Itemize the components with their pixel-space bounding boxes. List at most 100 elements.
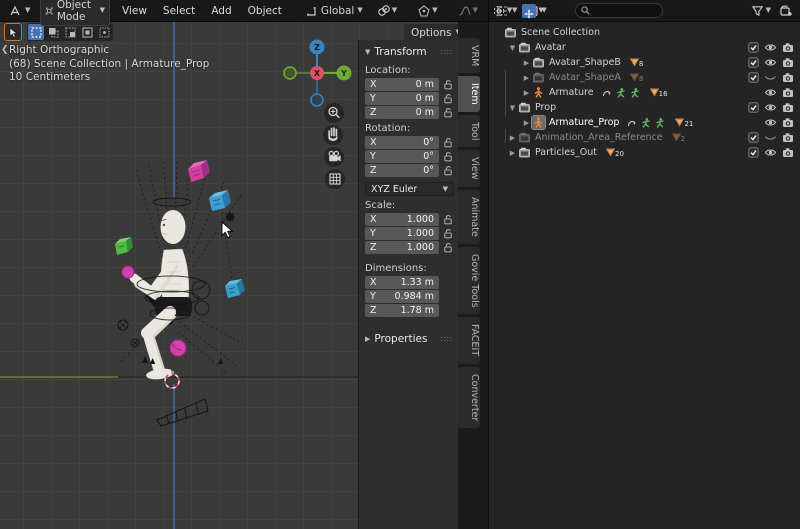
lock-open-icon[interactable] <box>441 137 454 148</box>
grid-ortho-button[interactable] <box>325 169 345 189</box>
show-overlays-dropdown[interactable]: ▼ <box>488 2 516 20</box>
zoom-button[interactable] <box>324 103 344 123</box>
value-field[interactable]: Y0.984 m <box>365 290 439 303</box>
expand-right-icon[interactable]: ▶ <box>521 74 532 82</box>
eye-closed-icon[interactable] <box>762 132 779 143</box>
tab-faceit[interactable]: FACEIT <box>458 317 480 363</box>
transform-panel-header[interactable]: ▼ Transform ∷∷ <box>359 42 458 61</box>
value-field[interactable]: Z0 m <box>365 106 439 119</box>
menu-view[interactable]: View <box>116 3 153 19</box>
camera-view-button[interactable] <box>324 147 344 167</box>
tab-item[interactable]: Item <box>458 76 480 112</box>
selectable-checkbox[interactable] <box>745 57 762 68</box>
selectable-checkbox[interactable] <box>745 147 762 158</box>
active-tool-select-icon[interactable] <box>4 23 22 41</box>
pan-hand-button[interactable] <box>323 125 343 145</box>
toolbar-expand-arrow[interactable]: ❮ <box>1 45 9 55</box>
value-field[interactable]: Z0° <box>365 164 439 177</box>
tab-animate[interactable]: Animate <box>458 190 480 244</box>
select-mode-extend-button[interactable] <box>45 24 61 40</box>
eye-icon[interactable] <box>762 102 779 113</box>
collection-icon[interactable] <box>518 41 531 54</box>
outliner-row-avatar[interactable]: ▼Avatar <box>489 40 800 55</box>
lock-open-icon[interactable] <box>441 93 454 104</box>
eye-icon[interactable] <box>762 87 779 98</box>
row-label[interactable]: Scene Collection <box>521 27 600 38</box>
render-camera-icon[interactable] <box>779 57 796 68</box>
expand-right-icon[interactable]: ▶ <box>521 89 532 97</box>
gizmos-dropdown[interactable]: ▼ <box>522 4 543 18</box>
value-field[interactable]: X0 m <box>365 78 439 91</box>
filter-dropdown[interactable]: ▼ <box>749 2 773 19</box>
outliner-row-avatar-shapeb[interactable]: ▶Avatar_ShapeB8 <box>489 55 800 70</box>
outliner-row-prop[interactable]: ▼ Prop <box>489 100 800 115</box>
expand-down-icon[interactable]: ▼ <box>507 44 518 52</box>
orientation-dropdown[interactable]: Global ▼ <box>300 2 367 20</box>
row-label[interactable]: Prop <box>535 102 556 113</box>
outliner-row-avatar-shapea[interactable]: ▶Avatar_ShapeA8 <box>489 70 800 85</box>
blue-cube[interactable] <box>209 190 231 211</box>
render-camera-icon[interactable] <box>779 147 796 158</box>
value-field[interactable]: Y1.000 <box>365 227 439 240</box>
eye-icon[interactable] <box>762 117 779 128</box>
lock-open-icon[interactable] <box>441 79 454 90</box>
teal-cube[interactable] <box>225 279 245 298</box>
row-label[interactable]: Particles_Out <box>535 147 597 158</box>
tab-view[interactable]: View <box>458 150 480 187</box>
collection-icon[interactable] <box>532 56 545 69</box>
mode-dropdown[interactable]: Object Mode ▼ <box>40 0 110 26</box>
value-field[interactable]: Y0 m <box>365 92 439 105</box>
value-field[interactable]: X0° <box>365 136 439 149</box>
render-camera-icon[interactable] <box>779 132 796 143</box>
outliner-row-armature[interactable]: ▶Armature16 <box>489 85 800 100</box>
lock-open-icon[interactable] <box>441 151 454 162</box>
eye-icon[interactable] <box>762 57 779 68</box>
row-label[interactable]: Animation_Area_Reference <box>535 132 663 143</box>
avatar-character[interactable] <box>122 198 210 381</box>
lock-open-icon[interactable] <box>441 214 454 225</box>
select-mode-subtract-button[interactable] <box>62 24 78 40</box>
outliner-row-animation-area-reference[interactable]: ▶Animation_Area_Reference2 <box>489 130 800 145</box>
green-cube[interactable] <box>115 237 133 255</box>
value-field[interactable]: Z1.78 m <box>365 304 439 317</box>
new-collection-button[interactable] <box>777 2 795 20</box>
outliner-row-scene collection[interactable]: Scene Collection <box>489 25 800 40</box>
pivot-point-dropdown[interactable]: ▼ <box>373 2 401 20</box>
row-label[interactable]: Armature_Prop <box>549 117 619 128</box>
expand-down-icon[interactable]: ▼ <box>507 104 518 112</box>
lock-open-icon[interactable] <box>441 242 454 253</box>
value-field[interactable]: X1.33 m <box>365 276 439 289</box>
tab-vrm[interactable]: VRM <box>458 38 480 73</box>
eye-closed-icon[interactable] <box>762 72 779 83</box>
row-label[interactable]: Avatar_ShapeB <box>549 57 621 68</box>
falloff-dropdown[interactable]: ▼ <box>454 2 482 20</box>
lock-open-icon[interactable] <box>441 165 454 176</box>
selectable-checkbox[interactable] <box>745 42 762 53</box>
menu-select[interactable]: Select <box>157 3 201 19</box>
snap-settings-dropdown[interactable]: ▼ <box>413 2 441 20</box>
collection-icon[interactable] <box>532 71 545 84</box>
rotation-mode-dropdown[interactable]: XYZ Euler ▼ <box>365 182 454 196</box>
editor-type-button[interactable]: ▼ <box>4 2 34 20</box>
row-label[interactable]: Avatar_ShapeA <box>549 72 621 83</box>
collection-icon[interactable] <box>518 131 531 144</box>
menu-add[interactable]: Add <box>205 3 237 19</box>
search-input[interactable] <box>593 6 657 16</box>
expand-right-icon[interactable]: ▶ <box>521 119 532 127</box>
expand-right-icon[interactable]: ▶ <box>507 149 518 157</box>
collection-icon[interactable] <box>518 146 531 159</box>
select-mode-invert-button[interactable] <box>79 24 95 40</box>
render-camera-icon[interactable] <box>779 42 796 53</box>
value-field[interactable]: Z1.000 <box>365 241 439 254</box>
lock-open-icon[interactable] <box>441 228 454 239</box>
gizmo-neg-y[interactable] <box>284 67 296 79</box>
row-label[interactable]: Armature <box>549 87 594 98</box>
properties-panel-header[interactable]: ▶ Properties ∷∷ <box>359 329 458 348</box>
outliner-search[interactable] <box>575 3 663 18</box>
menu-object[interactable]: Object <box>242 3 288 19</box>
selectable-checkbox[interactable] <box>745 132 762 143</box>
eye-icon[interactable] <box>762 147 779 158</box>
expand-right-icon[interactable]: ▶ <box>521 59 532 67</box>
value-field[interactable]: Y0° <box>365 150 439 163</box>
select-mode-new-button[interactable] <box>28 24 44 40</box>
